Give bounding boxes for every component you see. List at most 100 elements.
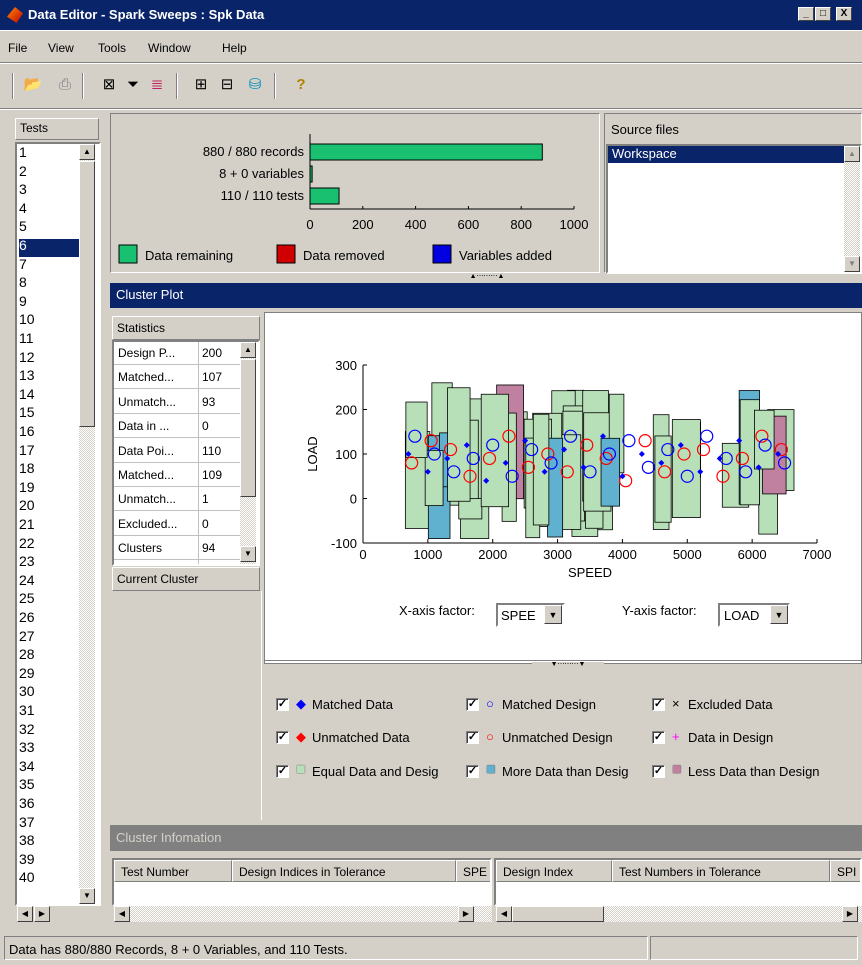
test-list-item[interactable]: 35 — [19, 777, 79, 796]
test-list-item[interactable]: 1 — [19, 145, 79, 164]
y-axis-factor-select[interactable]: LOAD ▼ — [718, 603, 790, 627]
test-list-item[interactable]: 15 — [19, 405, 79, 424]
statistics-row[interactable]: Data Poi... 110 — [114, 440, 250, 463]
tests-scroll-left-button[interactable]: ◀ — [17, 906, 33, 922]
less-data-design-checkbox[interactable]: ✓ — [652, 765, 665, 778]
minimize-button[interactable]: _ — [798, 7, 814, 21]
statistics-row[interactable]: Matched... 109 — [114, 464, 250, 487]
stats-scroll-down-button[interactable]: ▼ — [240, 546, 256, 562]
test-list-item[interactable]: 25 — [19, 591, 79, 610]
test-list-item[interactable]: 26 — [19, 610, 79, 629]
test-list-item[interactable]: 28 — [19, 647, 79, 666]
storage-icon[interactable]: ⛁ — [244, 74, 266, 96]
stats-scroll-thumb[interactable] — [240, 359, 256, 497]
statistics-row[interactable]: Unmatch... 1 — [114, 488, 250, 512]
source-files-scrollbar[interactable] — [844, 146, 860, 272]
unmatched-design-checkbox[interactable]: ✓ — [466, 731, 479, 744]
test-list-item[interactable]: 4 — [19, 201, 79, 220]
test-list-item[interactable]: 13 — [19, 368, 79, 387]
statistics-row[interactable]: Design P... 200 — [114, 342, 250, 365]
test-list-item[interactable]: 7 — [19, 257, 79, 276]
test-list-item[interactable]: 36 — [19, 796, 79, 815]
statistics-row[interactable]: Data in ... 0 — [114, 415, 250, 439]
col-test-number[interactable]: Test Number — [114, 860, 232, 882]
test-list-item[interactable]: 14 — [19, 387, 79, 406]
test-list-item[interactable]: 8 — [19, 275, 79, 294]
test-list-item[interactable]: 9 — [19, 294, 79, 313]
right-hscroll-left-button[interactable]: ◀ — [496, 906, 512, 922]
help-icon[interactable]: ? — [290, 74, 312, 96]
col-speed-right[interactable]: SPI — [830, 860, 860, 882]
col-design-index[interactable]: Design Index — [496, 860, 612, 882]
right-hscroll-right-button[interactable]: ▶ — [842, 906, 858, 922]
test-filter-icon[interactable]: ≣ — [146, 74, 168, 96]
equal-data-design-checkbox[interactable]: ✓ — [276, 765, 289, 778]
test-list-item[interactable]: 19 — [19, 480, 79, 499]
more-data-design-checkbox[interactable]: ✓ — [466, 765, 479, 778]
test-list-item[interactable]: 5 — [19, 219, 79, 238]
menu-help[interactable]: Help — [222, 41, 247, 55]
statistics-row[interactable]: Excluded... 0 — [114, 513, 250, 536]
left-hscroll-left-button[interactable]: ◀ — [114, 906, 130, 922]
tests-scroll-thumb[interactable] — [79, 161, 95, 427]
statistics-row[interactable]: Unmatch... 93 — [114, 391, 250, 414]
y-dropdown-arrow-icon[interactable]: ▼ — [770, 605, 788, 624]
menu-window[interactable]: Window — [148, 41, 191, 55]
x-dropdown-arrow-icon[interactable]: ▼ — [544, 605, 562, 624]
print-icon[interactable]: ⎙ — [54, 74, 76, 96]
close-button[interactable]: X — [836, 7, 852, 21]
test-list-item[interactable]: 22 — [19, 536, 79, 555]
source-file-item[interactable]: Workspace — [608, 146, 844, 163]
test-list-item[interactable]: 38 — [19, 833, 79, 852]
test-list-item[interactable]: 33 — [19, 740, 79, 759]
left-hscroll-right-button[interactable]: ▶ — [458, 906, 474, 922]
filter-icon[interactable]: ⏷ — [122, 74, 144, 96]
left-table-hscroll[interactable]: ◀ ▶ — [114, 906, 492, 922]
horizontal-split-icon[interactable]: ⊞ — [190, 74, 212, 96]
matched-design-checkbox[interactable]: ✓ — [466, 698, 479, 711]
right-table-hscroll[interactable]: ◀ ▶ — [496, 906, 862, 922]
test-list-item[interactable]: 29 — [19, 666, 79, 685]
statistics-row[interactable]: Clusters 94 — [114, 537, 250, 561]
test-list-item[interactable]: 20 — [19, 498, 79, 517]
col-design-indices[interactable]: Design Indices in Tolerance — [232, 860, 456, 882]
test-list-item[interactable]: 16 — [19, 424, 79, 443]
menu-file[interactable]: File — [8, 41, 27, 55]
test-list-item[interactable]: 27 — [19, 629, 79, 648]
test-list-item[interactable]: 2 — [19, 164, 79, 183]
data-in-design-checkbox[interactable]: ✓ — [652, 731, 665, 744]
test-list-item[interactable]: 18 — [19, 461, 79, 480]
menu-view[interactable]: View — [48, 41, 74, 55]
test-list-item[interactable]: 21 — [19, 517, 79, 536]
test-list-item[interactable]: 10 — [19, 312, 79, 331]
test-list-item[interactable]: 39 — [19, 852, 79, 871]
excluded-data-checkbox[interactable]: ✓ — [652, 698, 665, 711]
col-speed-left[interactable]: SPE — [456, 860, 490, 882]
test-list-item[interactable]: 31 — [19, 703, 79, 722]
tests-scroll-down-button[interactable]: ▼ — [79, 888, 95, 904]
tests-scroll-right-button[interactable]: ▶ — [34, 906, 50, 922]
statistics-row[interactable]: Matched... 107 — [114, 366, 250, 390]
test-list-item[interactable]: 23 — [19, 554, 79, 573]
test-list-item[interactable]: 37 — [19, 815, 79, 834]
source-scroll-up-button[interactable]: ▲ — [844, 146, 860, 162]
test-list-item[interactable]: 3 — [19, 182, 79, 201]
test-list-item[interactable]: 6 — [19, 238, 79, 257]
vertical-split-icon[interactable]: ⊟ — [216, 74, 238, 96]
test-list-item[interactable]: 30 — [19, 684, 79, 703]
maximize-button[interactable]: □ — [815, 7, 831, 21]
edit-variables-icon[interactable]: ⊠ — [98, 74, 120, 96]
test-list-item[interactable]: 12 — [19, 350, 79, 369]
x-axis-factor-select[interactable]: SPEE ▼ — [496, 603, 565, 627]
test-list-item[interactable]: 32 — [19, 722, 79, 741]
open-folder-icon[interactable]: 📂 — [22, 74, 44, 96]
right-hscroll-thumb[interactable] — [512, 906, 604, 922]
test-list-item[interactable]: 17 — [19, 443, 79, 462]
menu-tools[interactable]: Tools — [98, 41, 126, 55]
col-test-numbers[interactable]: Test Numbers in Tolerance — [612, 860, 830, 882]
panel-splitter-middle[interactable]: ▼⋯⋯⋯▼ — [264, 660, 862, 668]
unmatched-data-checkbox[interactable]: ✓ — [276, 731, 289, 744]
source-scroll-down-button[interactable]: ▼ — [844, 256, 860, 272]
test-list-item[interactable]: 11 — [19, 331, 79, 350]
test-list-item[interactable]: 40 — [19, 870, 79, 889]
